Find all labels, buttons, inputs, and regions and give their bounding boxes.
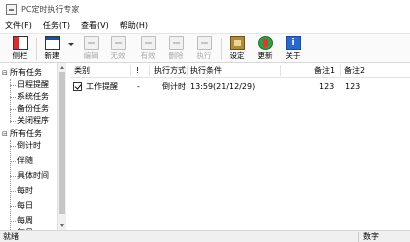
- disable-button-label: 无效: [110, 51, 126, 60]
- update-button[interactable]: 更新: [252, 35, 278, 63]
- edit-button[interactable]: 编辑: [78, 35, 104, 63]
- enable-button-label: 有效: [140, 51, 156, 60]
- execute-button[interactable]: 执行: [191, 35, 217, 63]
- edit-button-label: 编辑: [83, 51, 99, 60]
- tree-item-specific-time[interactable]: 具体时间: [17, 170, 49, 182]
- cell-priority: -: [137, 82, 140, 91]
- cell-note2: 123: [345, 82, 361, 91]
- collapse-icon: ⊟: [2, 130, 8, 138]
- column-note2[interactable]: 备注2: [344, 63, 365, 78]
- column-method[interactable]: 执行方式: [154, 63, 186, 78]
- disable-button[interactable]: 无效: [105, 35, 131, 63]
- enable-button[interactable]: 有效: [135, 35, 161, 63]
- window-title: PC定时执行专家: [21, 4, 80, 14]
- column-category[interactable]: 类别: [74, 63, 90, 78]
- tree-scrollbar[interactable]: [57, 63, 66, 230]
- status-ready: 就绪: [3, 232, 19, 241]
- update-icon: [257, 36, 273, 50]
- status-numlock: 数字: [358, 232, 408, 242]
- settings-button-label: 设定: [229, 51, 245, 60]
- scroll-down-icon[interactable]: [60, 224, 64, 227]
- cell-method: 倒计时: [162, 82, 186, 91]
- column-condition[interactable]: 执行条件: [190, 63, 222, 78]
- cell-category: 工作提醒: [86, 82, 118, 91]
- table-row[interactable]: 工作提醒 - 倒计时 13:59(21/12/29) 123 123: [70, 79, 410, 94]
- tree-item-companion[interactable]: 伴随: [17, 155, 33, 167]
- execute-icon: [196, 36, 212, 50]
- toolbar-separator: [36, 38, 37, 60]
- sidebar-icon: [12, 36, 28, 50]
- task-list: 类别 ! 执行方式 执行条件 备注1 备注2 工作提醒 - 倒计时 13:59(…: [70, 63, 410, 230]
- tree-item-schedule-reminder[interactable]: 日程提醒: [17, 79, 49, 91]
- title-bar: PC定时执行专家: [0, 0, 410, 18]
- tree-group-all-tasks-2[interactable]: ⊟ 所有任务: [2, 128, 42, 140]
- task-enabled-checkbox[interactable]: [73, 82, 82, 91]
- enable-icon: [140, 36, 156, 50]
- status-bar: 就绪 数字: [0, 230, 410, 242]
- toolbar-separator: [221, 38, 222, 60]
- sidebar-button-label: 侧栏: [12, 51, 28, 60]
- tree-item-close-program[interactable]: 关闭程序: [17, 115, 49, 127]
- new-window-icon: [44, 36, 60, 50]
- app-icon: [6, 3, 17, 15]
- scroll-up-icon[interactable]: [60, 66, 64, 69]
- toolbar: 侧栏 新建 编辑 无效 有效 删除 执行 设定 更新 关于: [0, 33, 410, 63]
- delete-icon: [168, 36, 184, 50]
- menu-task[interactable]: 任务(T): [43, 20, 70, 31]
- tree-item-system-task[interactable]: 系统任务: [17, 91, 49, 103]
- tree-item-daily[interactable]: 每日: [17, 200, 33, 212]
- tree-item-backup-task[interactable]: 备份任务: [17, 103, 49, 115]
- menu-bar: 文件(F) 任务(T) 查看(V) 帮助(H): [0, 18, 410, 33]
- new-button[interactable]: 新建: [39, 35, 65, 63]
- new-dropdown-arrow-icon[interactable]: [68, 43, 74, 46]
- about-button-label: 关于: [285, 51, 301, 60]
- tree-item-weekly[interactable]: 每周: [17, 215, 33, 227]
- settings-button[interactable]: 设定: [224, 35, 250, 63]
- execute-button-label: 执行: [196, 51, 212, 60]
- sidebar-button[interactable]: 侧栏: [7, 35, 33, 63]
- disable-icon: [110, 36, 126, 50]
- menu-file[interactable]: 文件(F): [5, 20, 32, 31]
- edit-icon: [83, 36, 99, 50]
- list-header: 类别 ! 执行方式 执行条件 备注1 备注2: [70, 63, 410, 78]
- collapse-icon: ⊟: [2, 69, 8, 77]
- delete-button[interactable]: 删除: [163, 35, 189, 63]
- tree-item-countdown[interactable]: 倒计时: [17, 140, 41, 152]
- delete-button-label: 删除: [168, 51, 184, 60]
- column-note1[interactable]: 备注1: [314, 63, 335, 78]
- column-priority[interactable]: !: [136, 63, 139, 78]
- tree-connector: [10, 140, 11, 230]
- menu-help[interactable]: 帮助(H): [120, 20, 148, 31]
- about-button[interactable]: 关于: [280, 35, 306, 63]
- cell-note1: 123: [319, 82, 335, 91]
- settings-icon: [229, 36, 245, 50]
- new-button-label: 新建: [44, 51, 60, 60]
- tree-item-hourly[interactable]: 每时: [17, 185, 33, 197]
- cell-condition: 13:59(21/12/29): [190, 82, 256, 91]
- menu-view[interactable]: 查看(V): [81, 20, 109, 31]
- update-button-label: 更新: [257, 51, 273, 60]
- tree-group-all-tasks-1[interactable]: ⊟ 所有任务: [2, 67, 42, 79]
- scrollbar-thumb[interactable]: [59, 72, 65, 214]
- about-icon: [285, 36, 301, 50]
